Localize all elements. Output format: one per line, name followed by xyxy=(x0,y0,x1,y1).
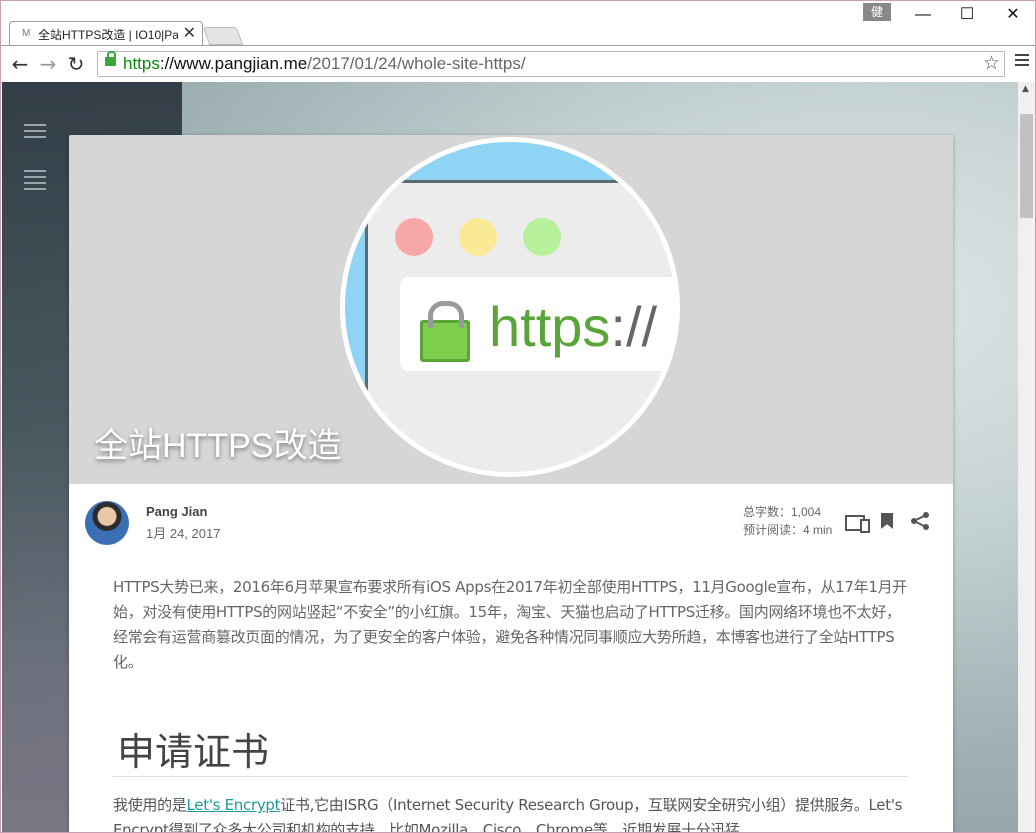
maximize-button[interactable]: ☐ xyxy=(947,5,987,25)
article-title: 全站HTTPS改造 xyxy=(94,427,342,465)
forward-icon[interactable]: → xyxy=(37,53,59,75)
section-divider xyxy=(113,776,908,777)
browser-toolbar: ← → ↻ https://www.pangjian.me/2017/01/24… xyxy=(1,45,1035,83)
post-date: 1月 24, 2017 xyxy=(146,526,221,541)
avatar[interactable] xyxy=(85,501,129,545)
article-body: HTTPS大势已来，2016年6月苹果宣布要求所有iOS Apps在2017年初… xyxy=(113,575,909,675)
favicon-icon: M xyxy=(22,28,31,39)
url-text[interactable]: https://www.pangjian.me/2017/01/24/whole… xyxy=(123,54,526,74)
lets-encrypt-link[interactable]: Let's Encrypt xyxy=(187,796,281,814)
devices-icon[interactable] xyxy=(845,515,870,533)
scroll-up-icon[interactable]: ▲ xyxy=(1022,84,1029,94)
hero-image: https:// 全站HTTPS改造 xyxy=(69,135,953,484)
secure-lock-icon xyxy=(105,51,116,66)
scroll-thumb[interactable] xyxy=(1020,114,1033,218)
scrollbar[interactable]: ▲ xyxy=(1018,82,1035,832)
padlock-icon xyxy=(420,301,470,362)
reload-icon[interactable]: ↻ xyxy=(65,53,87,75)
section-heading: 申请证书 xyxy=(117,730,270,774)
page-viewport: https:// 全站HTTPS改造 Pang Jian 1月 24, 2017… xyxy=(2,82,1018,832)
intro-paragraph: HTTPS大势已来，2016年6月苹果宣布要求所有iOS Apps在2017年初… xyxy=(113,578,908,671)
url-host: ://www.pangjian.me xyxy=(159,54,308,73)
post-stats: 总字数：1,004 预计阅读：4 min xyxy=(743,503,832,539)
new-tab-button[interactable] xyxy=(202,27,244,45)
tab-close-icon[interactable]: ✕ xyxy=(183,23,196,43)
share-icon[interactable] xyxy=(910,511,930,531)
url-path: /2017/01/24/whole-site-https/ xyxy=(307,54,526,73)
chrome-menu-icon[interactable] xyxy=(1015,54,1029,68)
read-time: 预计阅读：4 min xyxy=(743,523,833,537)
article-card: https:// 全站HTTPS改造 Pang Jian 1月 24, 2017… xyxy=(69,135,953,832)
address-bar[interactable]: https://www.pangjian.me/2017/01/24/whole… xyxy=(97,51,1005,77)
close-window-button[interactable]: ✕ xyxy=(993,5,1033,25)
tab-title: 全站HTTPS改造 | IO10|Pa xyxy=(38,28,178,42)
https-illustration: https:// xyxy=(340,137,680,477)
author-row: Pang Jian 1月 24, 2017 总字数：1,004 预计阅读：4 m… xyxy=(69,484,953,564)
url-scheme: https xyxy=(123,54,160,73)
bookmark-icon[interactable] xyxy=(881,513,893,529)
user-profile-badge[interactable]: 健 xyxy=(863,3,891,21)
tab-strip: M 全站HTTPS改造 | IO10|Pa ✕ 健 — ☐ ✕ xyxy=(1,1,1035,46)
https-label: https:// xyxy=(489,295,658,358)
back-icon[interactable]: ← xyxy=(9,53,31,75)
hamburger-menu-icon[interactable] xyxy=(24,124,46,142)
toc-list-icon[interactable] xyxy=(24,170,46,194)
author-name[interactable]: Pang Jian xyxy=(146,504,207,519)
minimize-button[interactable]: — xyxy=(903,5,943,25)
word-count: 总字数：1,004 xyxy=(743,505,822,519)
certificate-paragraph: 我使用的是Let's Encrypt证书,它由ISRG（Internet Sec… xyxy=(113,796,903,832)
bookmark-star-icon[interactable]: ☆ xyxy=(983,52,1000,74)
active-tab[interactable]: M 全站HTTPS改造 | IO10|Pa ✕ xyxy=(9,21,203,46)
browser-window: M 全站HTTPS改造 | IO10|Pa ✕ 健 — ☐ ✕ ← → ↻ ht… xyxy=(0,0,1036,833)
